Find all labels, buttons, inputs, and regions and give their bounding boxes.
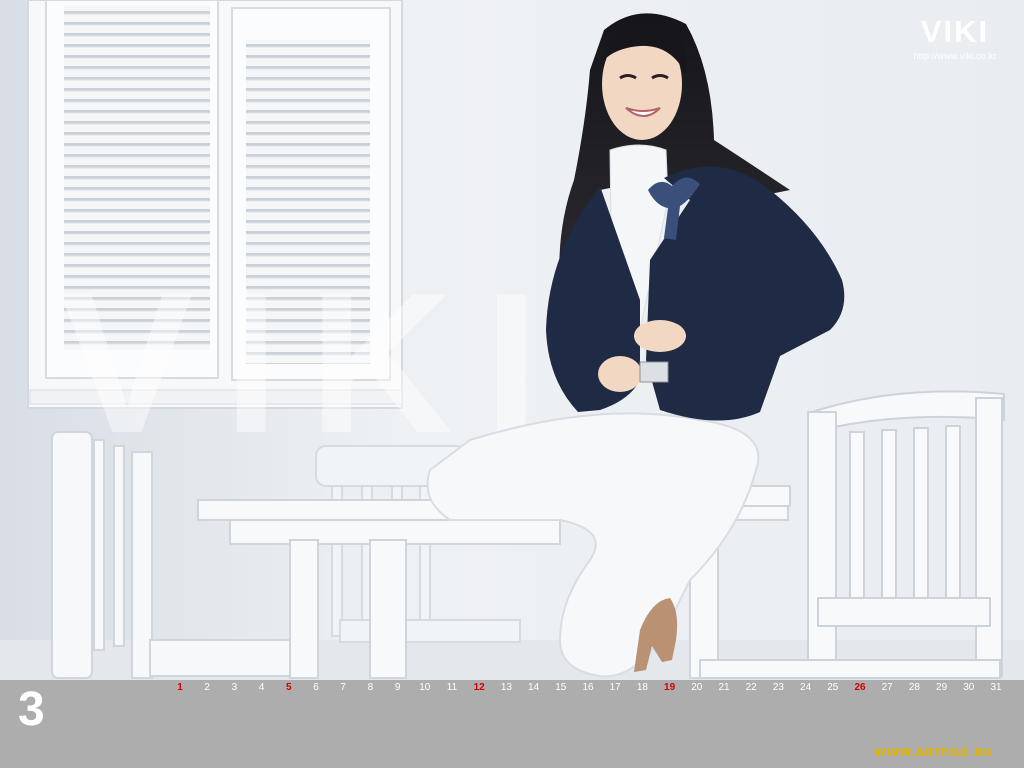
calendar-day: 12: [473, 682, 485, 693]
calendar-day: 10: [419, 682, 431, 693]
calendar-day: 27: [881, 682, 893, 693]
credit-watermark: WWW.ARTFILE.RU: [874, 746, 993, 759]
calendar-day: 26: [854, 682, 866, 693]
calendar-day: 13: [500, 682, 512, 693]
brand-url: http://www.viki.co.kr: [913, 51, 997, 61]
calendar-day: 25: [827, 682, 839, 693]
calendar-day: 17: [609, 682, 621, 693]
calendar-day: 15: [555, 682, 567, 693]
calendar-day: 18: [636, 682, 648, 693]
calendar-day: 30: [963, 682, 975, 693]
calendar-day: 21: [718, 682, 730, 693]
calendar-day: 14: [528, 682, 540, 693]
calendar-day: 3: [231, 682, 238, 693]
calendar-day: 28: [908, 682, 920, 693]
calendar-day: 9: [394, 682, 401, 693]
wallpaper: VIKI VIKI http://www.viki.co.kr 3 1 2 3 …: [0, 0, 1024, 768]
calendar-bar: 3 1 2 3 4 5 6 7 8 9 10 11 12 13 14 15 16 17 18 19 20 21 22 23 2…: [0, 680, 1024, 768]
calendar-day: 19: [664, 682, 676, 693]
calendar-day: 31: [990, 682, 1002, 693]
calendar-day: 1: [177, 682, 183, 693]
calendar-day: 2: [204, 682, 210, 693]
brand-block: VIKI http://www.viki.co.kr: [900, 14, 1010, 62]
calendar-day: 24: [800, 682, 812, 693]
calendar-day: 16: [582, 682, 594, 693]
calendar-day: 7: [340, 682, 346, 693]
calendar-day: 5: [286, 682, 292, 693]
photo-scene: VIKI: [0, 0, 1024, 680]
calendar-day: 11: [446, 682, 458, 693]
calendar-days: 1 2 3 4 5 6 7 8 9 10 11 12 13 14 15 16 17 18 19 20 21 22 23 24 2…: [0, 680, 1024, 696]
calendar-day: 29: [936, 682, 948, 693]
calendar-day: 6: [313, 682, 319, 693]
calendar-day: 23: [772, 682, 784, 693]
calendar-day: 4: [258, 682, 265, 693]
brand-logo: VIKI: [920, 14, 990, 49]
calendar-day: 8: [367, 682, 374, 693]
calendar-day: 20: [691, 682, 703, 693]
calendar-day: 22: [745, 682, 757, 693]
